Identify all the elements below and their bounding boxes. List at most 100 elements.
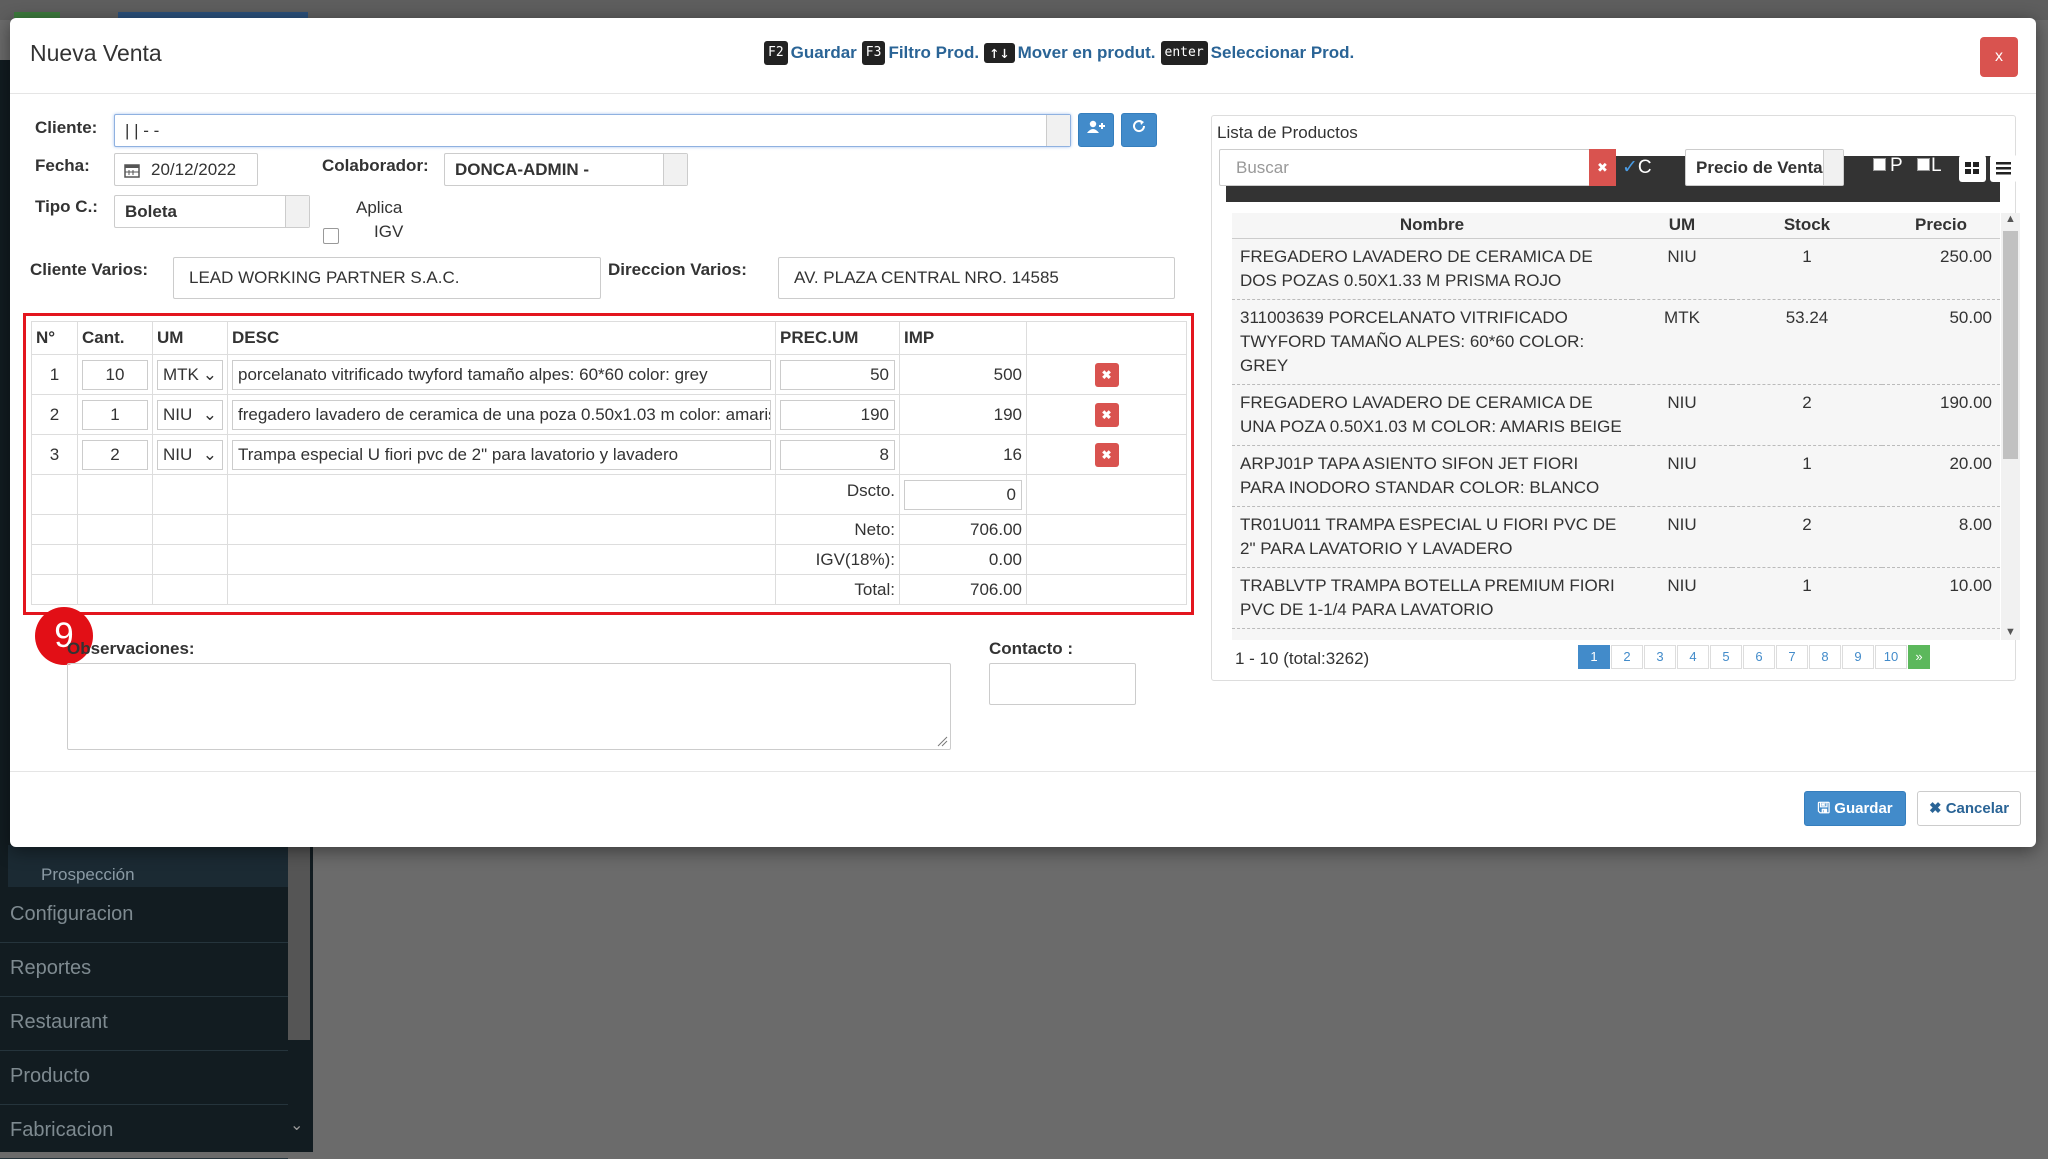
product-row[interactable]: 311003639 PORCELANATO VITRIFICADO TWYFOR… <box>1232 299 2000 385</box>
page-4[interactable]: 4 <box>1677 645 1709 669</box>
product-row[interactable]: TR01U011 TRAMPA ESPECIAL U FIORI PVC DE … <box>1232 506 2000 568</box>
igv-value: 0.00 <box>899 544 1027 575</box>
product-nombre: ARPJ01P TAPA ASIENTO SIFON JET FIORI PAR… <box>1232 445 1632 507</box>
product-row[interactable]: TRABLVTP TRAMPA BOTELLA PREMIUM FIORI PV… <box>1232 567 2000 629</box>
key-arrows: ↑↓ <box>984 43 1015 63</box>
um-select[interactable]: MTK ⌄ <box>157 359 223 390</box>
product-stock: 2 <box>1732 384 1882 446</box>
page-9[interactable]: 9 <box>1842 645 1874 669</box>
product-stock: 1 <box>1732 238 1882 300</box>
um-select[interactable]: NIU ⌄ <box>157 439 223 470</box>
scrollbar-thumb[interactable] <box>2003 231 2018 459</box>
refresh-icon <box>1133 120 1146 133</box>
desc-input[interactable]: Trampa especial U fiori pvc de 2" para l… <box>232 439 771 470</box>
cliente-varios-input[interactable]: LEAD WORKING PARTNER S.A.C. <box>173 257 601 299</box>
refresh-button[interactable] <box>1121 113 1157 147</box>
table-row: 3 2 NIU ⌄ Trampa especial U fiori pvc de … <box>31 434 1187 475</box>
col-desc: DESC <box>227 321 776 355</box>
next-page-button[interactable]: » <box>1908 645 1930 669</box>
page-7[interactable]: 7 <box>1776 645 1808 669</box>
user-plus-icon <box>1087 120 1105 133</box>
chevron-down-icon <box>663 154 687 185</box>
delete-row-button[interactable]: ✖ <box>1094 402 1119 427</box>
fecha-input[interactable]: 20/12/2022 <box>114 153 258 186</box>
l-checkbox[interactable] <box>1917 158 1930 171</box>
product-search-input[interactable]: Buscar <box>1219 149 1594 186</box>
page-3[interactable]: 3 <box>1644 645 1676 669</box>
um-select[interactable]: NIU ⌄ <box>157 399 223 430</box>
product-precio: 190.00 <box>1882 384 2000 446</box>
price-type-select[interactable]: Precio de Venta <box>1685 149 1844 186</box>
items-header-row: N° Cant. UM DESC PREC.UM IMP <box>31 321 1187 355</box>
tipo-comprobante-select[interactable]: Boleta <box>114 195 310 228</box>
product-row[interactable]: FREGADERO LAVADERO DE CERAMICA DE UNA PO… <box>1232 384 2000 446</box>
new-sale-modal: Nueva Venta F2 Guardar F3 Filtro Prod. ↑… <box>10 18 2036 847</box>
tipo-label: Tipo C.: <box>35 197 98 216</box>
prec-input[interactable]: 8 <box>780 439 895 470</box>
cant-input[interactable]: 10 <box>82 359 148 390</box>
sidebar-item-prospeccion[interactable]: Prospección <box>8 845 288 887</box>
p-checkbox[interactable] <box>1873 158 1886 171</box>
col-um: UM <box>152 321 228 355</box>
chevron-down-icon <box>1046 115 1070 146</box>
direccion-varios-label: Direccion Varios: <box>608 260 747 279</box>
desc-input[interactable]: fregadero lavadero de ceramica de una po… <box>232 399 771 430</box>
sidebar-item-producto[interactable]: Producto <box>0 1051 288 1105</box>
product-row[interactable]: ARPJ01P TAPA ASIENTO SIFON JET FIORI PAR… <box>1232 445 2000 507</box>
calendar-icon <box>124 164 140 178</box>
product-row[interactable]: FREGADERO LAVADERO DE CERAMICA DE DOS PO… <box>1232 238 2000 300</box>
products-title: Lista de Productos <box>1217 123 1358 142</box>
prec-input[interactable]: 50 <box>780 359 895 390</box>
sidebar-item-reportes[interactable]: Reportes <box>0 943 288 997</box>
clear-search-button[interactable]: ✖ <box>1589 149 1616 186</box>
cancel-button[interactable]: ✖ Cancelar <box>1917 791 2021 826</box>
page-8[interactable]: 8 <box>1809 645 1841 669</box>
cant-input[interactable]: 2 <box>82 439 148 470</box>
chevron-down-icon: ⌄ <box>202 444 217 464</box>
delete-row-button[interactable]: ✖ <box>1094 442 1119 467</box>
resize-handle-icon <box>937 736 948 747</box>
sidebar-item-fabricacion[interactable]: Fabricacion <box>0 1105 288 1159</box>
col-n: N° <box>31 321 78 355</box>
list-view-button[interactable] <box>1990 155 2017 182</box>
desc-input[interactable]: porcelanato vitrificado twyford tamaño a… <box>232 359 771 390</box>
sidebar-item-restaurant[interactable]: Restaurant <box>0 997 288 1051</box>
colaborador-select[interactable]: DONCA-ADMIN - <box>444 153 688 186</box>
page-10[interactable]: 10 <box>1875 645 1907 669</box>
close-button[interactable]: x <box>1980 37 2018 77</box>
dscto-input[interactable]: 0 <box>904 479 1022 510</box>
observaciones-label: Observaciones: <box>67 639 195 658</box>
delete-row-button[interactable]: ✖ <box>1094 362 1119 387</box>
grid-view-button[interactable] <box>1959 155 1986 182</box>
page-2[interactable]: 2 <box>1611 645 1643 669</box>
direccion-varios-input[interactable]: AV. PLAZA CENTRAL NRO. 14585 <box>778 257 1175 299</box>
table-row: 1 10 MTK ⌄ porcelanato vitrificado twyfor… <box>31 354 1187 395</box>
page-1[interactable]: 1 <box>1578 645 1610 669</box>
modal-footer-divider <box>10 771 2036 772</box>
prec-input[interactable]: 190 <box>780 399 895 430</box>
col-cant: Cant. <box>77 321 153 355</box>
product-stock: 1 <box>1732 445 1882 507</box>
cant-input[interactable]: 1 <box>82 399 148 430</box>
products-scrollbar[interactable]: ▲ ▼ <box>2001 213 2020 640</box>
imp-value: 190 <box>899 394 1027 435</box>
product-um: NIU <box>1632 506 1732 568</box>
dscto-row: Dscto. 0 <box>31 474 1187 515</box>
products-list: Nombre UM Stock Precio FREGADERO LAVADER… <box>1232 213 2000 640</box>
product-um: MTK <box>1632 299 1732 385</box>
grid-icon <box>1965 162 1979 174</box>
aplica-igv-checkbox[interactable] <box>323 228 339 244</box>
cliente-select[interactable]: | | - - <box>114 114 1071 147</box>
save-button[interactable]: 🖫 Guardar <box>1804 791 1906 826</box>
neto-row: Neto: 706.00 <box>31 514 1187 545</box>
sidebar-scrollbar[interactable] <box>288 820 310 1040</box>
chevron-down-icon: ⌄ <box>202 364 217 384</box>
observaciones-textarea[interactable] <box>67 663 951 750</box>
add-client-button[interactable] <box>1078 113 1114 147</box>
check-c-toggle[interactable]: ✓C <box>1622 156 1652 179</box>
contacto-input[interactable] <box>989 663 1136 705</box>
sidebar-item-configuracion[interactable]: Configuracion <box>0 889 288 943</box>
l-label: L <box>1931 155 1942 176</box>
page-6[interactable]: 6 <box>1743 645 1775 669</box>
page-5[interactable]: 5 <box>1710 645 1742 669</box>
